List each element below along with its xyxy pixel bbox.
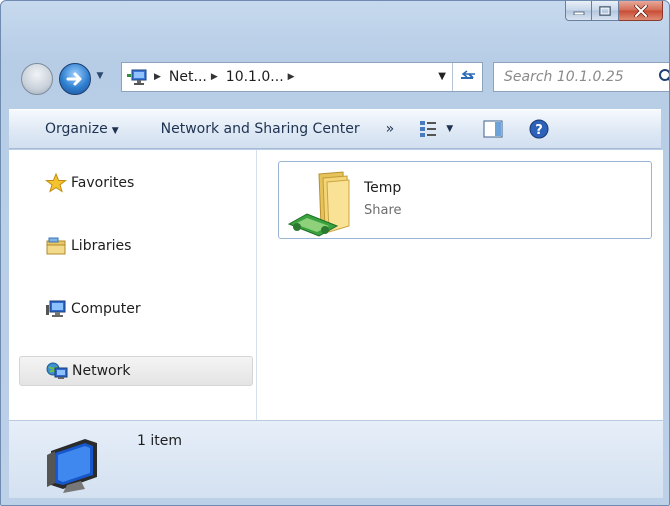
preview-pane-button[interactable]	[483, 120, 503, 138]
arrow-right-icon	[66, 72, 82, 86]
view-list-icon	[420, 121, 437, 137]
network-sharing-center-button[interactable]: Network and Sharing Center	[151, 121, 370, 137]
navigation-bar: ▼ ▶ Net... ▶ 10.1.0... ▶ ▼ Search 10.1.0…	[21, 59, 669, 97]
chevron-right-icon: ▶	[154, 72, 161, 82]
address-bar[interactable]: ▶ Net... ▶ 10.1.0... ▶ ▼	[121, 62, 483, 92]
minimize-icon	[573, 11, 584, 15]
organize-menu[interactable]: Organize ▼	[9, 121, 129, 137]
chevron-right-icon[interactable]: ▶	[211, 72, 218, 82]
shared-folder-icon	[285, 170, 351, 238]
close-button[interactable]	[619, 1, 663, 21]
nav-item-libraries[interactable]: Libraries	[19, 231, 253, 261]
breadcrumb-host[interactable]: 10.1.0...	[226, 69, 284, 85]
network-icon	[46, 361, 68, 381]
chevron-down-icon: ▼	[446, 124, 454, 134]
item-count: 1 item	[137, 433, 182, 449]
back-button[interactable]	[21, 63, 53, 95]
command-bar: Organize ▼ Network and Sharing Center » ▼…	[9, 109, 661, 149]
refresh-icon	[460, 70, 475, 79]
svg-text:?: ?	[535, 123, 543, 138]
nav-label: Computer	[71, 301, 141, 317]
forward-button[interactable]	[59, 63, 91, 95]
minimize-button[interactable]	[565, 1, 592, 21]
caption-buttons	[565, 1, 663, 21]
chevron-right-icon[interactable]: ▶	[288, 72, 295, 82]
file-name: Temp	[364, 180, 402, 196]
breadcrumb-network[interactable]: Net...	[169, 69, 207, 85]
change-view-button[interactable]: ▼	[418, 119, 453, 139]
computer-icon	[45, 299, 67, 319]
content-pane: Temp Share	[257, 150, 663, 420]
organize-label: Organize	[45, 121, 108, 137]
search-icon[interactable]	[654, 65, 669, 89]
network-icon	[126, 68, 150, 86]
maximize-button[interactable]	[592, 1, 619, 21]
search-box[interactable]: Search 10.1.0.25	[493, 62, 669, 92]
nav-item-computer[interactable]: Computer	[19, 294, 253, 324]
address-history-dropdown[interactable]: ▼	[438, 71, 446, 82]
star-icon	[45, 172, 67, 193]
help-button[interactable]: ?	[529, 119, 549, 139]
file-tile[interactable]: Temp Share	[278, 161, 652, 239]
details-pane: 1 item	[9, 420, 663, 498]
maximize-icon	[599, 5, 611, 16]
explorer-window: ▼ ▶ Net... ▶ 10.1.0... ▶ ▼ Search 10.1.0…	[0, 0, 670, 506]
network-computer-icon	[45, 433, 103, 493]
nav-item-network[interactable]: Network	[19, 356, 253, 386]
more-commands-button[interactable]: »	[376, 121, 405, 137]
recent-pages-dropdown[interactable]: ▼	[93, 71, 107, 85]
libraries-icon	[45, 236, 67, 256]
preview-pane-icon	[483, 120, 503, 138]
close-icon	[633, 4, 648, 17]
chevron-down-icon: ▼	[111, 126, 119, 136]
refresh-button[interactable]	[452, 63, 482, 91]
navigation-pane: Favorites Libraries Computer Network	[9, 150, 257, 420]
nav-label: Network	[72, 363, 131, 379]
help-icon: ?	[529, 119, 549, 139]
nav-label: Libraries	[71, 238, 132, 254]
nav-label: Favorites	[71, 175, 135, 191]
file-type: Share	[364, 203, 402, 218]
search-input[interactable]: Search 10.1.0.25	[494, 69, 654, 85]
nav-item-favorites[interactable]: Favorites	[19, 168, 253, 198]
